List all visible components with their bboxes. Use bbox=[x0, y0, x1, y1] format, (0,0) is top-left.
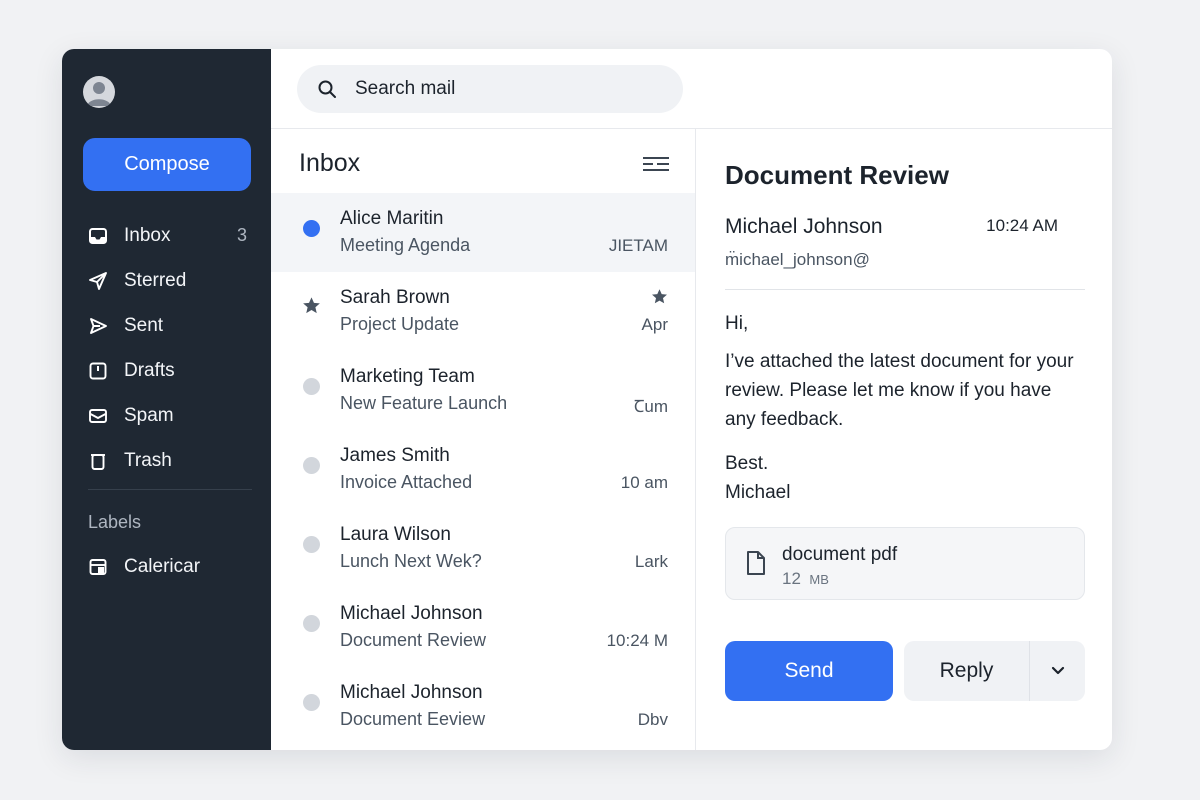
sidebar-item-sent[interactable]: Sent bbox=[62, 303, 271, 348]
message-date: 10:24 M bbox=[606, 631, 668, 650]
list-item[interactable]: James Smith Invoice Attached 10 am bbox=[271, 430, 695, 509]
attachment-size: 12 MB bbox=[782, 569, 829, 589]
file-icon bbox=[746, 550, 766, 576]
message-subject: Invoice Attached bbox=[340, 472, 473, 492]
attachment-size-number: 12 bbox=[782, 569, 801, 588]
main-area: Inbox Alice Maritin Meeting Agenda JIETA… bbox=[271, 49, 1112, 750]
attachment-name: document pdf bbox=[782, 544, 898, 565]
sidebar-item-label: Sent bbox=[124, 314, 164, 336]
message-sender: Michael Johnson bbox=[340, 603, 483, 624]
read-dot bbox=[303, 694, 320, 711]
reading-pane: Document Review Michael Johnson 10:24 AM… bbox=[696, 129, 1112, 750]
list-item[interactable]: Alice Maritin Meeting Agenda JIETAM bbox=[271, 193, 695, 272]
envelope-icon bbox=[88, 406, 108, 426]
list-item[interactable]: Michael Johnson Document Eeview Dbv bbox=[271, 667, 695, 746]
sidebar-item-drafts[interactable]: Drafts bbox=[62, 348, 271, 393]
mail-app-window: Compose Inbox 3 Sterred Sent Drafts Spam… bbox=[62, 49, 1112, 750]
sidebar-nav: Inbox 3 Sterred Sent Drafts Spam Trash bbox=[62, 213, 271, 483]
sent-arrow-icon bbox=[88, 316, 108, 336]
page-title: Inbox bbox=[299, 149, 361, 177]
send-button[interactable]: Send bbox=[725, 641, 893, 701]
labels-heading: Labels bbox=[88, 512, 142, 532]
search-box[interactable] bbox=[297, 65, 683, 113]
message-sender: Marketing Team bbox=[340, 366, 475, 387]
label-list: Calericar bbox=[62, 544, 271, 589]
sender-name: Michael Johnson bbox=[725, 215, 883, 238]
message-sender: Laura Wilson bbox=[340, 524, 451, 545]
sidebar-item-calericar[interactable]: Calericar bbox=[62, 544, 271, 589]
message-subject: Lunch Next Wek? bbox=[340, 551, 482, 571]
message-subject: Document Eeview bbox=[340, 709, 486, 729]
compose-button[interactable]: Compose bbox=[83, 138, 251, 191]
sidebar-divider bbox=[88, 489, 252, 490]
message-sender: Alice Maritin bbox=[340, 208, 444, 229]
search-input[interactable] bbox=[355, 78, 655, 100]
drafts-icon bbox=[88, 361, 108, 381]
message-signature: Michael bbox=[725, 482, 791, 503]
message-date: JIETAM bbox=[608, 236, 668, 255]
message-list-pane: Inbox Alice Maritin Meeting Agenda JIETA… bbox=[271, 129, 696, 750]
unread-count-badge: 3 bbox=[236, 225, 247, 245]
header-divider bbox=[725, 289, 1085, 290]
read-dot bbox=[303, 457, 320, 474]
message-date: 10 am bbox=[620, 473, 668, 492]
reply-button[interactable]: Reply bbox=[904, 641, 1030, 701]
message-signoff: Best. bbox=[725, 453, 769, 474]
inbox-icon bbox=[88, 226, 108, 246]
list-item[interactable]: Sarah Brown Project Update Apr bbox=[271, 272, 695, 351]
message-date: Dbv bbox=[637, 710, 668, 729]
user-icon bbox=[87, 82, 111, 106]
list-item[interactable]: Michael Johnson Document Review 10:24 M bbox=[271, 588, 695, 667]
trash-icon bbox=[88, 451, 108, 471]
message-body: I’ve attached the latest document for yo… bbox=[725, 351, 1074, 430]
sidebar-item-trash[interactable]: Trash bbox=[62, 438, 271, 483]
message-subject: Project Update bbox=[340, 314, 460, 334]
sidebar-item-spam[interactable]: Spam bbox=[62, 393, 271, 438]
list-item[interactable]: Laura Wilson Lunch Next Wek? Lark bbox=[271, 509, 695, 588]
calendar-icon bbox=[88, 557, 108, 577]
list-item[interactable]: Marketing Team New Feature Launch Ꞇum bbox=[271, 351, 695, 430]
star-icon[interactable] bbox=[651, 288, 668, 305]
message-sender: James Smith bbox=[340, 445, 450, 466]
message-time: 10:24 AM bbox=[986, 216, 1058, 235]
sidebar-item-label: Inbox bbox=[124, 224, 171, 246]
sender-email: m̈ichael_johnson@ bbox=[725, 250, 870, 269]
message-sender: Sarah Brown bbox=[340, 287, 450, 308]
message-date: Apr bbox=[641, 315, 668, 334]
sidebar-item-label: Spam bbox=[124, 404, 174, 426]
read-dot bbox=[303, 615, 320, 632]
sidebar-item-label: Sterred bbox=[124, 269, 187, 291]
sidebar-item-label: Calericar bbox=[124, 555, 201, 577]
read-dot bbox=[303, 536, 320, 553]
message-list: Alice Maritin Meeting Agenda JIETAM Sara… bbox=[271, 193, 695, 746]
message-sender: Michael Johnson bbox=[340, 682, 483, 703]
chevron-down-icon[interactable] bbox=[1030, 641, 1085, 701]
sidebar: Compose Inbox 3 Sterred Sent Drafts Spam… bbox=[62, 49, 271, 750]
read-dot bbox=[303, 378, 320, 395]
filter-icon[interactable] bbox=[641, 154, 671, 174]
sidebar-item-inbox[interactable]: Inbox 3 bbox=[62, 213, 271, 258]
unread-dot bbox=[303, 220, 320, 237]
message-subject: Document Review bbox=[340, 630, 487, 650]
top-bar bbox=[271, 49, 1112, 129]
avatar[interactable] bbox=[83, 76, 115, 108]
message-date: Ꞇum bbox=[633, 397, 668, 416]
message-subject: New Feature Launch bbox=[340, 393, 508, 413]
sidebar-item-sterred[interactable]: Sterred bbox=[62, 258, 271, 303]
star-icon[interactable] bbox=[302, 296, 321, 315]
search-icon bbox=[318, 80, 336, 98]
send-plane-icon bbox=[88, 271, 108, 291]
attachment-card[interactable]: document pdf 12 MB bbox=[725, 527, 1085, 600]
reply-button-group: Reply bbox=[904, 641, 1085, 701]
attachment-size-unit: MB bbox=[809, 572, 829, 587]
message-subject: Meeting Agenda bbox=[340, 235, 471, 255]
message-title: Document Review bbox=[725, 160, 949, 190]
message-greeting: Hi, bbox=[725, 313, 749, 334]
message-date: Lark bbox=[634, 552, 668, 571]
sidebar-item-label: Trash bbox=[124, 449, 172, 471]
sidebar-item-label: Drafts bbox=[124, 359, 175, 381]
